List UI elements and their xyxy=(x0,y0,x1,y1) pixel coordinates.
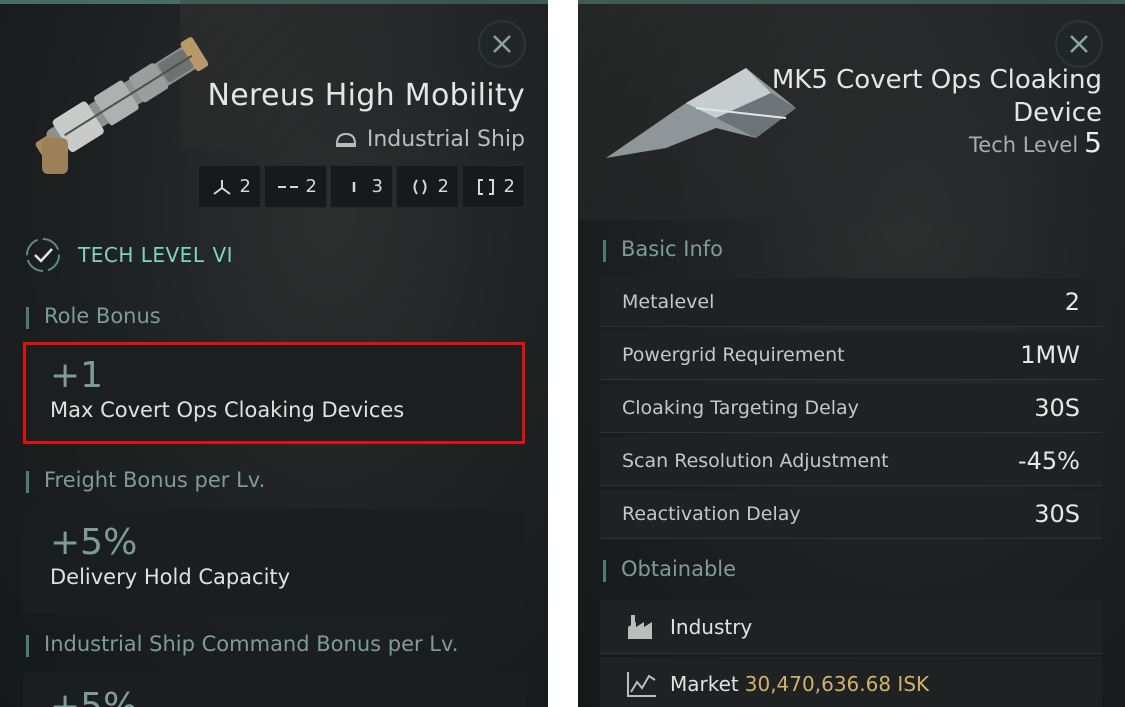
section-title-command-bonus: Industrial Ship Command Bonus per Lv. xyxy=(26,632,458,657)
info-label: Metalevel xyxy=(622,291,715,313)
market-chart-icon xyxy=(627,671,656,697)
bonus-description: Delivery Hold Capacity xyxy=(50,565,291,589)
ship-info-panel: Nereus High Mobility Industrial Ship 2 2 xyxy=(0,0,548,707)
module-tech-level: Tech Level 5 xyxy=(969,126,1102,159)
section-title-basic-info: Basic Info xyxy=(603,237,723,262)
section-title-freight-bonus: Freight Bonus per Lv. xyxy=(26,468,265,493)
market-price: 30,470,636.68 ISK xyxy=(744,671,930,696)
close-icon xyxy=(493,35,511,53)
info-row-powergrid: Powergrid Requirement 1MW xyxy=(600,331,1102,380)
obtain-label: Industry xyxy=(670,614,753,639)
info-value: -45% xyxy=(1017,447,1080,475)
info-row-reactivation-delay: Reactivation Delay 30S xyxy=(600,490,1102,539)
factory-icon xyxy=(628,614,652,639)
tech-level-value: VI xyxy=(212,243,234,267)
slot-bracket: 2 xyxy=(462,165,525,208)
tech-level-row: TECH LEVEL VI xyxy=(24,236,233,274)
info-row-metalevel: Metalevel 2 xyxy=(600,278,1102,327)
slot-count: 2 xyxy=(437,176,449,197)
section-title-role-bonus: Role Bonus xyxy=(26,304,161,329)
slot-count: 3 xyxy=(371,176,383,197)
info-label: Scan Resolution Adjustment xyxy=(622,450,889,472)
obtain-market-row[interactable]: Market 30,470,636.68 ISK xyxy=(600,657,1102,707)
close-icon xyxy=(1070,35,1088,53)
turret-slot-icon xyxy=(213,179,231,195)
info-value: 30S xyxy=(1034,394,1080,422)
bracket-slot-icon xyxy=(478,178,494,195)
bar-slot-icon xyxy=(352,181,356,192)
bonus-value: +5% xyxy=(50,522,138,563)
info-value: 1MW xyxy=(1020,341,1080,369)
slot-count: 2 xyxy=(503,176,515,197)
info-row-cloaking-delay: Cloaking Targeting Delay 30S xyxy=(600,384,1102,433)
ship-name: Nereus High Mobility xyxy=(207,78,525,113)
info-label: Reactivation Delay xyxy=(622,503,801,525)
slot-bar: 3 xyxy=(330,165,393,208)
tech-level-value: 5 xyxy=(1084,126,1102,159)
industrial-ship-icon xyxy=(335,132,356,147)
paren-slot-icon xyxy=(413,178,427,195)
obtain-industry-row[interactable]: Industry xyxy=(600,600,1102,654)
info-label: Powergrid Requirement xyxy=(622,344,845,366)
market-label: Market xyxy=(670,671,739,696)
freight-bonus-box: +5% Delivery Hold Capacity xyxy=(23,509,525,614)
slot-count: 2 xyxy=(239,176,251,197)
command-bonus-box: +5% xyxy=(23,673,525,707)
info-value: 30S xyxy=(1034,500,1080,528)
bonus-description: Max Covert Ops Cloaking Devices xyxy=(50,398,405,422)
ship-image xyxy=(35,37,209,174)
slot-paren: 2 xyxy=(396,165,459,208)
tech-check-icon xyxy=(26,238,60,272)
bonus-value: +5% xyxy=(50,686,138,707)
module-name: MK5 Covert Ops Cloaking Device xyxy=(771,65,1102,128)
close-button[interactable] xyxy=(478,20,526,68)
slot-turret: 2 xyxy=(198,165,261,208)
info-value: 2 xyxy=(1064,288,1080,316)
slot-summary: 2 2 3 2 2 xyxy=(198,165,525,208)
dash-slot-icon xyxy=(278,185,298,188)
role-bonus-box: +1 Max Covert Ops Cloaking Devices xyxy=(23,342,525,444)
close-button[interactable] xyxy=(1055,20,1103,68)
section-title-obtainable: Obtainable xyxy=(603,557,736,582)
bonus-value: +1 xyxy=(50,355,104,396)
ship-class: Industrial Ship xyxy=(335,127,525,152)
info-row-scan-resolution: Scan Resolution Adjustment -45% xyxy=(600,437,1102,486)
slot-count: 2 xyxy=(305,176,317,197)
slot-dash: 2 xyxy=(264,165,327,208)
obtain-label: Market 30,470,636.68 ISK xyxy=(670,672,929,696)
module-info-panel: MK5 Covert Ops Cloaking Device Tech Leve… xyxy=(578,0,1125,707)
tech-level-label: TECH LEVEL VI xyxy=(78,243,233,267)
tech-level-text: TECH LEVEL xyxy=(78,243,205,267)
info-label: Cloaking Targeting Delay xyxy=(622,397,859,419)
tech-level-label: Tech Level xyxy=(969,133,1079,157)
ship-class-label: Industrial Ship xyxy=(366,127,525,152)
